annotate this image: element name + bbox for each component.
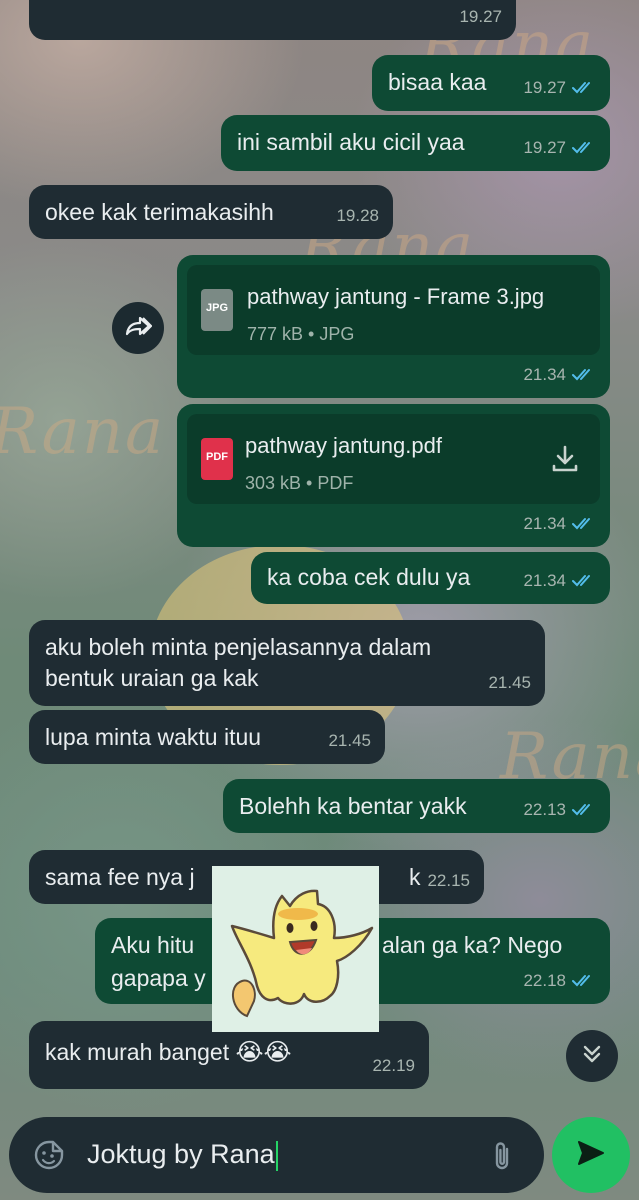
read-ticks-icon — [572, 81, 596, 95]
message-meta: 22.15 — [427, 865, 470, 896]
file-name: pathway jantung - Frame 3.jpg — [247, 284, 545, 309]
forward-button[interactable] — [112, 302, 164, 354]
message-text: sama fee nya j — [45, 864, 195, 890]
message-meta: 19.28 — [336, 200, 379, 231]
message-time: 22.13 — [523, 800, 566, 819]
message-text: alan ga ka? Nego — [382, 932, 563, 958]
message-time: 19.27 — [523, 78, 566, 97]
message-meta: 22.13 — [523, 794, 596, 825]
message-text: lupa minta waktu ituu — [45, 724, 262, 750]
message-meta: 21.34 — [523, 565, 596, 596]
crying-emoji: 😭😭 — [235, 1039, 292, 1066]
message-text: kak murah banget 😭😭 — [45, 1039, 292, 1066]
message-meta: 21.34 — [523, 508, 596, 539]
wallpaper-watermark: Rana — [0, 395, 166, 469]
message-text: bisaa kaa — [388, 69, 487, 95]
message-bubble-outgoing[interactable]: Bolehh ka bentar yakk 22.13 — [223, 779, 610, 833]
message-time: 22.19 — [372, 1056, 415, 1075]
download-icon[interactable] — [550, 444, 580, 482]
message-meta: 22.18 — [523, 965, 596, 996]
message-time: 22.18 — [523, 971, 566, 990]
message-time: 21.34 — [523, 571, 566, 590]
message-text: Aku hitu — [111, 932, 195, 958]
pdf-file-icon: PDF — [201, 438, 233, 480]
message-bubble-outgoing[interactable]: bisaa kaa 19.27 — [372, 55, 610, 111]
read-ticks-icon — [572, 517, 596, 531]
read-ticks-icon — [572, 974, 596, 988]
message-bubble-outgoing[interactable]: ka coba cek dulu ya 21.34 — [251, 552, 610, 604]
message-text: aku boleh minta penjelasannya dalam bent… — [45, 634, 432, 691]
message-bubble-incoming[interactable]: 19.27 — [29, 0, 516, 40]
message-bubble-incoming[interactable]: aku boleh minta penjelasannya dalam bent… — [29, 620, 545, 706]
forward-icon — [124, 314, 153, 343]
message-time: 19.27 — [523, 138, 566, 157]
file-attachment-card[interactable]: PDF pathway jantung.pdf 303 kB • PDF — [187, 414, 600, 504]
file-message-bubble[interactable]: PDF pathway jantung.pdf 303 kB • PDF 21.… — [177, 404, 610, 547]
file-message-bubble[interactable]: JPG pathway jantung - Frame 3.jpg 777 kB… — [177, 255, 610, 398]
text-caret — [275, 1140, 278, 1171]
message-text: k — [409, 864, 421, 890]
message-composer[interactable]: Joktug by Rana — [9, 1117, 544, 1193]
scroll-to-bottom-button[interactable] — [566, 1030, 618, 1082]
send-icon — [576, 1139, 606, 1172]
message-meta: 21.45 — [328, 725, 371, 756]
file-attachment-card[interactable]: JPG pathway jantung - Frame 3.jpg 777 kB… — [187, 265, 600, 355]
read-ticks-icon — [572, 368, 596, 382]
message-time: 21.34 — [523, 365, 566, 384]
message-meta: 19.27 — [523, 132, 596, 163]
message-text: okee kak terimakasihh — [45, 199, 274, 225]
message-time: 22.15 — [427, 871, 470, 890]
read-ticks-icon — [572, 803, 596, 817]
double-chevron-down-icon — [580, 1042, 604, 1071]
file-info: 303 kB • PDF — [245, 473, 354, 493]
cat-ghost-sticker[interactable] — [212, 866, 379, 1032]
sticker-emoji-icon[interactable] — [33, 1139, 65, 1176]
message-meta: 21.45 — [488, 667, 531, 698]
message-time: 21.45 — [488, 673, 531, 692]
paperclip-icon[interactable] — [489, 1139, 515, 1178]
file-name: pathway jantung.pdf — [245, 433, 442, 458]
message-input[interactable]: Joktug by Rana — [87, 1139, 278, 1171]
read-ticks-icon — [572, 141, 596, 155]
message-time: 21.45 — [328, 731, 371, 750]
message-time: 19.28 — [336, 206, 379, 225]
message-meta: 19.27 — [523, 72, 596, 103]
message-meta: 21.34 — [523, 359, 596, 390]
message-bubble-outgoing[interactable]: ini sambil aku cicil yaa 19.27 — [221, 115, 610, 171]
jpg-file-icon: JPG — [201, 289, 233, 331]
message-text: ini sambil aku cicil yaa — [237, 129, 465, 155]
message-text: gapapa y — [111, 965, 206, 991]
message-time: 19.27 — [459, 7, 502, 26]
message-bubble-incoming[interactable]: lupa minta waktu ituu 21.45 — [29, 710, 385, 764]
message-text: Bolehh ka bentar yakk — [239, 793, 467, 819]
message-text: ka coba cek dulu ya — [267, 564, 471, 590]
send-button[interactable] — [552, 1117, 630, 1193]
message-time: 21.34 — [523, 514, 566, 533]
read-ticks-icon — [572, 574, 596, 588]
message-bubble-incoming[interactable]: okee kak terimakasihh 19.28 — [29, 185, 393, 239]
file-info: 777 kB • JPG — [247, 324, 355, 344]
message-meta: 22.19 — [372, 1050, 415, 1081]
